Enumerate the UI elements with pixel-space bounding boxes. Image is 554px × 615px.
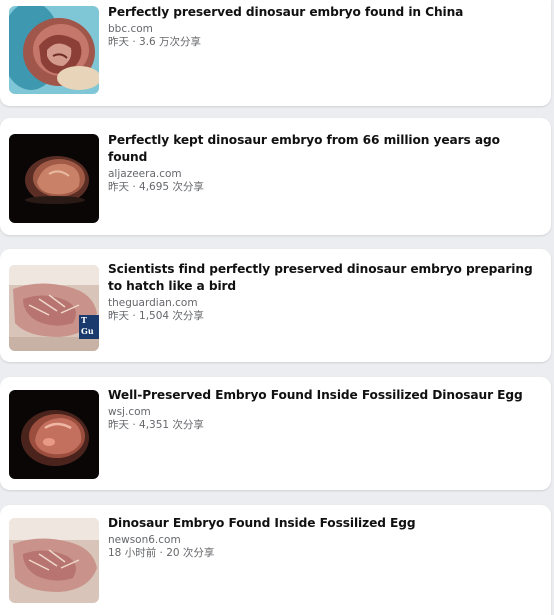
- article-title[interactable]: Perfectly preserved dinosaur embryo foun…: [108, 4, 541, 21]
- article-thumbnail[interactable]: [9, 390, 99, 479]
- embryo-teal-image: [9, 6, 99, 94]
- article-title[interactable]: Well-Preserved Embryo Found Inside Fossi…: [108, 387, 541, 404]
- article-source: aljazeera.com: [108, 168, 182, 180]
- article-card[interactable]: Perfectly kept dinosaur embryo from 66 m…: [0, 118, 551, 235]
- article-card[interactable]: T Gu Scientists find perfectly preserved…: [0, 249, 551, 362]
- article-title[interactable]: Dinosaur Embryo Found Inside Fossilized …: [108, 515, 541, 532]
- article-meta: 昨天 · 1,504 次分享: [108, 310, 204, 322]
- article-meta: 昨天 · 4,351 次分享: [108, 419, 204, 431]
- article-card[interactable]: Dinosaur Embryo Found Inside Fossilized …: [0, 505, 551, 615]
- article-thumbnail[interactable]: [9, 518, 99, 603]
- article-thumbnail[interactable]: T Gu: [9, 265, 99, 351]
- article-source: bbc.com: [108, 23, 153, 35]
- article-title[interactable]: Scientists find perfectly preserved dino…: [108, 261, 541, 295]
- article-meta: 昨天 · 4,695 次分享: [108, 181, 204, 193]
- article-meta: 昨天 · 3.6 万次分享: [108, 36, 202, 48]
- embryo-dark-image: [9, 134, 99, 223]
- news-feed: Perfectly preserved dinosaur embryo foun…: [0, 0, 554, 615]
- article-meta: 18 小时前 · 20 次分享: [108, 547, 215, 559]
- embryo-dark-image: [9, 390, 99, 479]
- article-source: newson6.com: [108, 534, 181, 546]
- embryo-fossil-image: [9, 518, 99, 603]
- article-thumbnail[interactable]: [9, 6, 99, 94]
- article-card[interactable]: Perfectly preserved dinosaur embryo foun…: [0, 0, 551, 106]
- article-title[interactable]: Perfectly kept dinosaur embryo from 66 m…: [108, 132, 541, 166]
- guardian-logo-badge: T Gu: [79, 315, 99, 339]
- article-source: theguardian.com: [108, 297, 198, 309]
- article-card[interactable]: Well-Preserved Embryo Found Inside Fossi…: [0, 377, 551, 490]
- article-thumbnail[interactable]: [9, 134, 99, 223]
- guardian-logo-text: T Gu: [81, 315, 94, 336]
- article-source: wsj.com: [108, 406, 151, 418]
